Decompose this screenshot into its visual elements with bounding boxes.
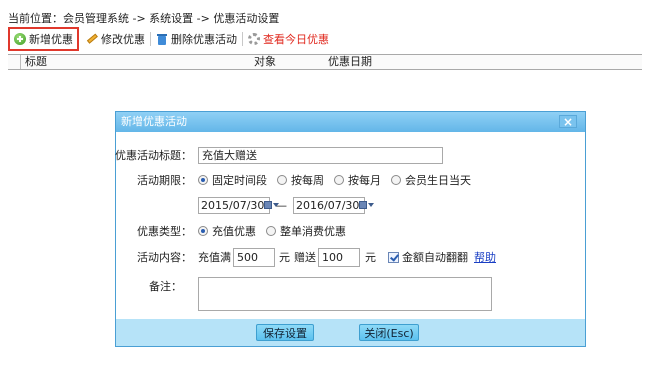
start-date-picker[interactable]: 2015/07/30 [198,196,280,214]
close-button[interactable]: 关闭(Esc) [359,324,419,341]
column-header-date[interactable]: 优惠日期 [324,55,642,69]
delete-discount-button[interactable]: 删除优惠活动 [152,30,241,48]
dialog-titlebar[interactable]: 新增优惠活动 × [116,112,585,132]
period-option-label: 固定时间段 [212,174,267,187]
row-period: 活动期限： 固定时间段 按每周 按每月 会员生日当天 [116,172,587,188]
period-option-fixed[interactable]: 固定时间段 [198,172,267,188]
radio-icon [266,226,276,236]
date-separator: — [276,198,287,212]
end-date-value: 2016/07/30 [296,198,360,212]
period-option-label: 按每周 [291,174,324,187]
row-title: 优惠活动标题： [115,146,587,164]
activity-content-label: 活动内容： [137,251,192,264]
trash-icon [156,33,168,45]
close-icon[interactable]: × [559,115,577,128]
gift-amount-input[interactable] [318,247,360,267]
period-option-weekly[interactable]: 按每周 [277,172,324,188]
help-link[interactable]: 帮助 [474,249,496,265]
end-date-picker[interactable]: 2016/07/30 [293,196,375,214]
edit-discount-button[interactable]: 修改优惠 [82,30,149,48]
radio-icon [334,175,344,185]
radio-icon [391,175,401,185]
dialog-footer: 保存设置 关闭(Esc) [116,319,585,346]
radio-icon [198,226,208,236]
unit-yuan: 元 [365,251,376,264]
column-header-target[interactable]: 对象 [250,55,324,69]
view-today-discount-button[interactable]: 查看今日优惠 [244,30,333,48]
memo-label: 备注： [149,280,182,293]
memo-textarea[interactable] [198,277,492,311]
add-discount-button[interactable]: 新增优惠 [8,27,79,51]
type-option-label: 充值优惠 [212,225,256,238]
add-discount-dialog: 新增优惠活动 × 优惠活动标题： 活动期限： 固定时间段 按每周 按每月 会员生… [115,111,586,347]
toolbar-divider [242,32,243,46]
calendar-dropdown-icon[interactable] [359,199,375,212]
row-content: 活动内容： 充值满 元 赠送 元 金额自动翻翻 帮助 [116,247,587,267]
row-type: 优惠类型： 充值优惠 整单消费优惠 [116,223,587,239]
row-dates: 2015/07/30 — 2016/07/30 [116,196,587,214]
breadcrumb: 当前位置：会员管理系统 -> 系统设置 -> 优惠活动设置 [8,12,280,25]
save-button[interactable]: 保存设置 [256,324,314,341]
gear-icon [248,33,260,45]
type-option-recharge[interactable]: 充值优惠 [198,223,256,239]
period-option-label: 按每月 [348,174,381,187]
dialog-title: 新增优惠活动 [121,115,187,128]
type-option-label: 整单消费优惠 [280,225,346,238]
period-option-birthday[interactable]: 会员生日当天 [391,172,471,188]
period-label: 活动期限： [137,174,192,187]
activity-title-label: 优惠活动标题： [115,149,192,162]
pencil-icon [84,31,101,48]
auto-double-checkbox[interactable] [388,251,399,263]
recharge-prefix: 充值满 [198,251,231,264]
add-discount-label: 新增优惠 [29,33,73,46]
radio-icon [198,175,208,185]
gift-prefix: 赠送 [294,251,316,264]
edit-discount-label: 修改优惠 [101,33,145,46]
toolbar: 新增优惠 修改优惠 删除优惠活动 查看今日优惠 [8,27,333,51]
type-option-whole-order[interactable]: 整单消费优惠 [266,223,346,239]
view-today-discount-label: 查看今日优惠 [263,33,329,46]
add-icon [14,33,26,45]
recharge-amount-input[interactable] [233,247,275,267]
column-header-title[interactable]: 标题 [20,55,250,69]
toolbar-divider [150,32,151,46]
period-option-monthly[interactable]: 按每月 [334,172,381,188]
grid-header: 标题 对象 优惠日期 [8,54,642,70]
discount-type-label: 优惠类型： [137,225,192,238]
delete-discount-label: 删除优惠活动 [171,33,237,46]
auto-double-label: 金额自动翻翻 [402,251,468,264]
unit-yuan: 元 [279,251,290,264]
radio-icon [277,175,287,185]
start-date-value: 2015/07/30 [201,198,265,212]
activity-title-input[interactable] [198,146,443,164]
period-option-label: 会员生日当天 [405,174,471,187]
